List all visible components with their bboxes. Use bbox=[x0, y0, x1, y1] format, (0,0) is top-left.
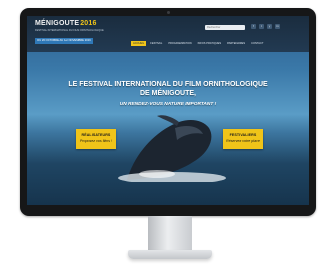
filmmakers-button[interactable]: RÉALISATEURS Proposez vos films ! bbox=[76, 129, 116, 149]
nav-item-infos[interactable]: INFOS PRATIQUES bbox=[196, 41, 223, 46]
filmmakers-sublabel: Proposez vos films ! bbox=[79, 139, 113, 143]
nav-item-contact[interactable]: CONTACT bbox=[249, 41, 265, 46]
hero-subtitle: UN RENDEZ-VOUS NATURE IMPORTANT ! bbox=[119, 102, 217, 107]
logo-tagline: FESTIVAL INTERNATIONAL DU FILM ORNITHOLO… bbox=[35, 29, 104, 32]
webcam bbox=[167, 11, 170, 14]
twitter-icon[interactable]: t bbox=[259, 24, 264, 29]
search-input[interactable] bbox=[205, 25, 245, 30]
nav-item-accueil[interactable]: ACCUEIL bbox=[131, 41, 147, 46]
visitors-button[interactable]: FESTIVALIERS Réservez votre place bbox=[223, 129, 263, 149]
visitors-label: FESTIVALIERS bbox=[229, 133, 257, 137]
main-nav: ACCUEIL FESTIVAL PROGRAMMATION INFOS PRA… bbox=[131, 41, 265, 46]
festival-dates: DU 26 OCTOBRE AU 1er NOVEMBRE 2016 bbox=[35, 38, 93, 44]
nav-item-partenaires[interactable]: PARTENAIRES bbox=[225, 41, 247, 46]
monitor-stand bbox=[148, 216, 192, 252]
social-links: f t y in bbox=[251, 24, 280, 29]
logo-text: MÉNIGOUTE bbox=[35, 20, 80, 27]
youtube-icon[interactable]: y bbox=[267, 24, 272, 29]
visitors-sublabel: Réservez votre place bbox=[226, 139, 260, 143]
logo-year: 2016 bbox=[80, 20, 97, 27]
filmmakers-label: RÉALISATEURS bbox=[81, 133, 111, 137]
monitor-base bbox=[128, 250, 212, 259]
whale-image bbox=[118, 115, 226, 182]
site-logo[interactable]: MÉNIGOUTE2016 bbox=[35, 20, 97, 27]
screen: MÉNIGOUTE2016 FESTIVAL INTERNATIONAL DU … bbox=[27, 16, 309, 205]
facebook-icon[interactable]: f bbox=[251, 24, 256, 29]
nav-item-festival[interactable]: FESTIVAL bbox=[148, 41, 164, 46]
linkedin-icon[interactable]: in bbox=[275, 24, 280, 29]
nav-item-programmation[interactable]: PROGRAMMATION bbox=[166, 41, 193, 46]
site-header: MÉNIGOUTE2016 FESTIVAL INTERNATIONAL DU … bbox=[27, 16, 309, 52]
hero-title: LE FESTIVAL INTERNATIONAL DU FILM ORNITH… bbox=[68, 81, 268, 97]
monitor: MÉNIGOUTE2016 FESTIVAL INTERNATIONAL DU … bbox=[20, 8, 316, 216]
